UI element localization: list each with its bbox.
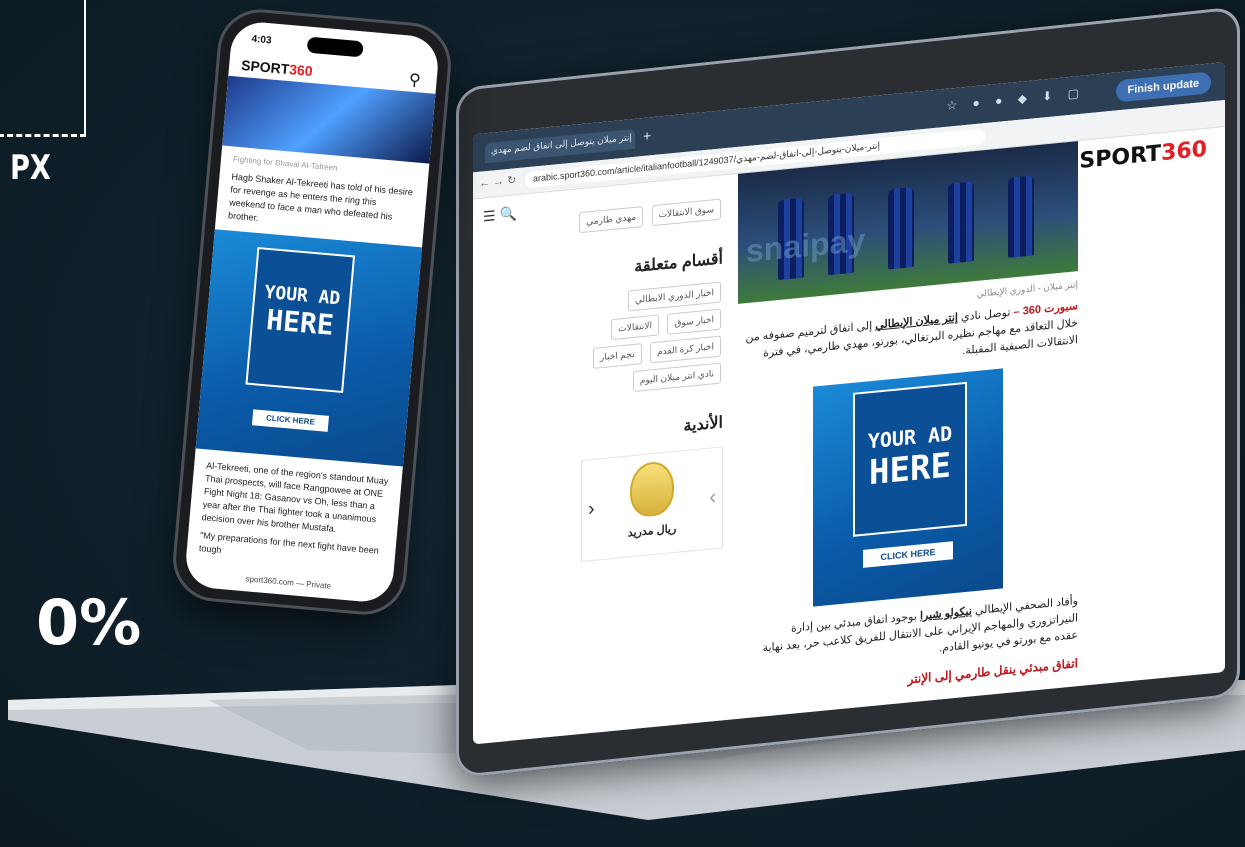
frame-outline [0,0,86,137]
clubs-title: الأندية [683,414,723,436]
phone-ad-banner[interactable]: YOUR AD HERE CLICK HERE [195,229,423,467]
search-icon[interactable]: ⚲ [408,70,421,91]
new-tab-icon[interactable]: + [643,127,651,144]
chevron-right-icon[interactable]: › [709,486,716,510]
phone-hero-image [222,75,436,164]
unit-label: PX [10,148,51,188]
nav-arrows-icon[interactable]: ← → ↻ [479,173,516,190]
menu-icon[interactable]: ☰ 🔍 [483,205,517,225]
phone-caption: Fighting for Bhaval Al-Tafreen [232,154,338,173]
club-carousel: ‹ › ريال مدريد [581,446,723,563]
web-page: SPORT360 ☰ 🔍 سوق الانتقالات مهدي طارمي أ… [473,127,1225,744]
sidebar: سوق الانتقالات مهدي طارمي أقسام متعلقة ا… [573,195,723,563]
ad-banner[interactable]: YOUR AD HERE CLICK HERE [813,368,1003,607]
tag-chip[interactable]: نادي انتر ميلان اليوم [632,362,721,393]
phone-screen: 4:03 SPORT360 ⚲ Fighting for Bhaval Al-T… [183,20,441,604]
site-logo[interactable]: SPORT360 [1079,137,1207,174]
chevron-left-icon[interactable]: ‹ [588,498,595,522]
phone-ad-box: YOUR AD HERE [245,246,356,394]
club-link[interactable]: إنتر ميلان الإيطالي [875,312,958,332]
finish-update-button[interactable]: Finish update [1115,71,1211,103]
tag-chip[interactable]: اخبار سوق [667,308,721,335]
phone-paragraph: Al-Tekreeti, one of the region's standou… [201,460,389,534]
real-madrid-crest-icon[interactable] [630,460,674,519]
tag-chip[interactable]: اخبار الدوري الايطالي [627,281,721,312]
tag-chip[interactable]: سوق الانتقالات [651,198,721,227]
ad-click-button[interactable]: CLICK HERE [863,541,953,568]
laptop-screen: إنتر ميلان يتوصل إلى اتفاق لضم مهدي + ☆ … [473,62,1225,745]
related-title: أقسام متعلقة [634,250,723,276]
journalist-link[interactable]: نيكولو شيرا [920,605,972,622]
club-name[interactable]: ريال مدريد [582,517,722,543]
phone-paragraph: Hagb Shaker Al-Tekreeti has told of his … [227,171,414,223]
tag-chip[interactable]: الانتقالات [611,314,659,341]
ad-box: YOUR AD HERE [853,381,967,537]
status-time: 4:03 [251,33,272,47]
phone-url-footer: sport360.com — Private [245,574,332,591]
phone-ad-click-button[interactable]: CLICK HERE [251,409,330,432]
dynamic-island [306,36,364,58]
phone: 4:03 SPORT360 ⚲ Fighting for Bhaval Al-T… [172,9,452,615]
tag-chip[interactable]: نجم اخبار [592,343,642,369]
phone-site-logo[interactable]: SPORT360 [241,57,314,79]
article: snaipay إنتر ميلان - الدوري الإيطالي سبو… [738,141,1078,703]
tag-chip[interactable]: مهدي طارمي [579,206,644,234]
tag-chip[interactable]: اخبار كرة القدم [650,335,721,364]
extension-icons[interactable]: ☆ ● ● ◆ ⬇ ▢ [946,85,1085,112]
